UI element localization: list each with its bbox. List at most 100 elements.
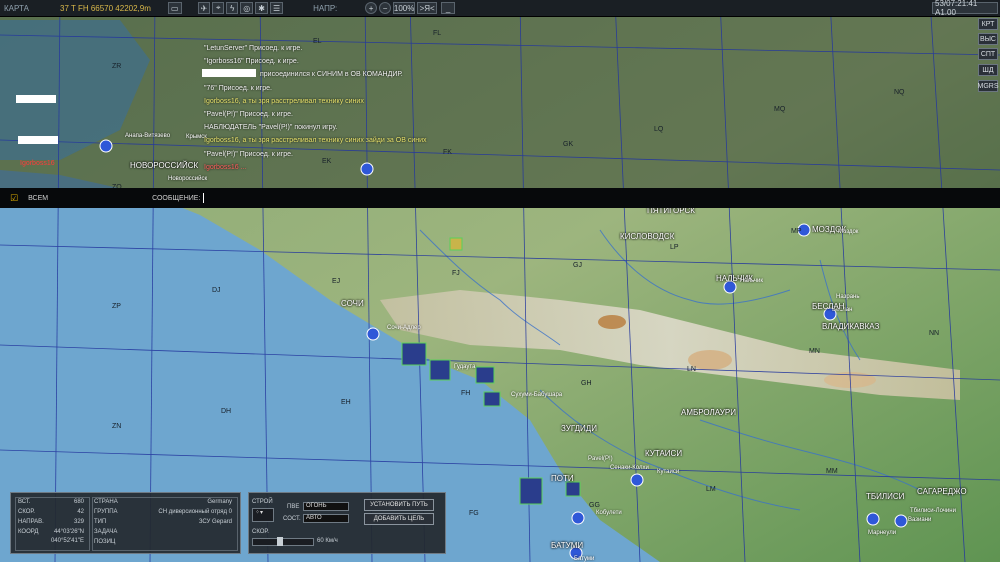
minimize-icon[interactable]: _ bbox=[441, 2, 456, 14]
grid-label: LM bbox=[706, 486, 716, 493]
center-button[interactable]: >Я< bbox=[417, 2, 438, 14]
country-value: Germany bbox=[207, 499, 232, 505]
city-label: Кобулети bbox=[596, 510, 622, 516]
zoom-out-icon[interactable]: − bbox=[379, 2, 392, 14]
formation-label: СТРОЙ bbox=[252, 499, 273, 505]
grid-label: LQ bbox=[654, 126, 664, 133]
unit-cluster-icon[interactable] bbox=[401, 342, 427, 366]
grid-label: ZN bbox=[112, 423, 122, 430]
unit-icon[interactable] bbox=[630, 473, 644, 487]
pve-select[interactable]: ОГОНЬ bbox=[303, 502, 349, 511]
unit-icon[interactable] bbox=[366, 327, 380, 341]
city-label: Моздок bbox=[838, 229, 859, 235]
country-label: СТРАНА bbox=[94, 499, 118, 505]
coord-label: КООРД bbox=[18, 529, 39, 535]
heading-label: НАПРАВ. bbox=[18, 519, 44, 525]
chat-line: Igorboss16, а ты зря расстреливал техник… bbox=[204, 137, 427, 145]
city-label: САГАРЕДЖО bbox=[917, 487, 967, 496]
alt-label: ВСТ. bbox=[18, 499, 31, 505]
tools-icon[interactable]: ✱ bbox=[255, 2, 268, 14]
chat-log: "LetunServer" Присоед. к игре. "Igorboss1… bbox=[204, 42, 427, 174]
recipient-all[interactable]: ВСЕМ bbox=[28, 195, 148, 202]
speed-slider-handle[interactable] bbox=[277, 537, 283, 546]
city-label: Pavel(P!) bbox=[588, 456, 613, 462]
city-label: Назрань bbox=[836, 294, 860, 300]
city-label: Марнеули bbox=[868, 530, 897, 536]
plane-icon[interactable]: ✈ bbox=[197, 2, 211, 14]
map-mode-button-mgrs[interactable]: MGRS bbox=[978, 80, 999, 92]
pve-label: ПВЕ bbox=[287, 504, 300, 510]
unit-cluster-icon[interactable] bbox=[519, 477, 543, 505]
unit-cluster-icon[interactable] bbox=[449, 237, 463, 251]
unit-icon[interactable] bbox=[866, 512, 880, 526]
city-label: БЕСЛАН bbox=[812, 302, 845, 311]
speed-slider[interactable] bbox=[252, 537, 314, 546]
grid-label: DJ bbox=[212, 287, 221, 294]
redacted-name bbox=[18, 136, 58, 144]
unit-icon[interactable] bbox=[894, 514, 908, 528]
chat-line: присоединился к СИНИМ в ОВ КОМАНДИР. bbox=[260, 71, 403, 79]
sost-select[interactable]: АВТО bbox=[303, 514, 349, 523]
unit-cluster-icon[interactable] bbox=[565, 481, 581, 497]
heading-value: 329 bbox=[73, 519, 84, 525]
vehicle-icon[interactable]: ▭ bbox=[168, 2, 182, 14]
map-mode-button-latlon[interactable]: ШД bbox=[978, 64, 998, 76]
bolt-icon[interactable]: ϟ bbox=[226, 2, 239, 14]
chat-line: "76" Присоед. к игре. bbox=[204, 84, 272, 92]
type-label: ТИП bbox=[94, 519, 107, 525]
grid-label: GG bbox=[589, 502, 600, 509]
task-label: ЗАДАЧА bbox=[94, 529, 118, 535]
chat-line: Igorboss16 ... bbox=[204, 163, 247, 171]
top-toolbar: КАРТА 37 T FH 66570 42202,9m ▭ ✈ ⌖ ϟ ◎ ✱… bbox=[0, 0, 1000, 17]
grid-label: NQ bbox=[894, 89, 905, 96]
grid-label: MM bbox=[826, 468, 838, 475]
mission-clock: 53/07:21:41 A1.00 bbox=[932, 0, 998, 17]
unit-cluster-icon[interactable] bbox=[483, 391, 501, 407]
coord-lon: 040°52'41"E bbox=[50, 538, 84, 544]
zoom-level[interactable]: 100% bbox=[393, 2, 416, 14]
zoom-in-icon[interactable]: + bbox=[365, 2, 378, 14]
group-value: СН диверсионный отряд 0 bbox=[158, 509, 232, 515]
marker-icon[interactable]: ◎ bbox=[240, 2, 254, 14]
grid-label: GH bbox=[581, 380, 592, 387]
city-label: Батуми bbox=[574, 556, 595, 562]
city-label: Анапа-Витязево bbox=[125, 133, 171, 139]
city-label: КИСЛОВОДСК bbox=[620, 232, 675, 241]
map-canvas[interactable] bbox=[0, 0, 1000, 562]
chat-line: "Pavel(P!)" Присоед. к игре. bbox=[204, 150, 293, 158]
redacted-name bbox=[16, 95, 56, 103]
settings-icon[interactable]: ☰ bbox=[269, 2, 284, 14]
unit-icon[interactable] bbox=[571, 511, 585, 525]
cursor-coordinates: 37 T FH 66570 42202,9m bbox=[60, 3, 151, 13]
city-label: Гудаута bbox=[454, 364, 476, 370]
map-title: КАРТА bbox=[4, 3, 29, 13]
grid-label: GJ bbox=[573, 262, 582, 269]
message-input[interactable] bbox=[203, 193, 205, 203]
player-label: Igorboss16 bbox=[20, 160, 55, 167]
map-mode-button-alt[interactable]: ВЫС bbox=[978, 33, 998, 45]
unit-icon[interactable] bbox=[99, 139, 113, 153]
unit-cluster-icon[interactable] bbox=[429, 359, 451, 381]
ruler-icon[interactable]: ⌖ bbox=[212, 2, 225, 14]
unit-control-panel: СТРОЙ ⁘▾ ПВЕ ОГОНЬ СОСТ. АВТО СКОР. 60 К… bbox=[248, 492, 446, 554]
set-path-button[interactable]: УСТАНОВИТЬ ПУТЬ bbox=[364, 499, 434, 511]
map-mode-button-sat[interactable]: СПТ bbox=[978, 48, 998, 60]
unit-cluster-icon[interactable] bbox=[475, 366, 495, 384]
add-target-button[interactable]: ДОБАВИТЬ ЦЕЛЬ bbox=[364, 513, 434, 525]
city-label: Сенаки-Колхи bbox=[610, 465, 649, 471]
speed-label: СКОР. bbox=[18, 509, 35, 515]
grid-label: FK bbox=[443, 149, 452, 156]
map-mode-button-krt[interactable]: КРТ bbox=[978, 18, 998, 30]
city-label: Нальчик bbox=[740, 278, 763, 284]
chat-line: "LetunServer" Присоед. к игре. bbox=[204, 45, 303, 52]
chat-line: Igorboss16, а ты зря расстреливал техник… bbox=[204, 97, 364, 105]
city-label: ВЛАДИКАВКАЗ bbox=[822, 322, 880, 331]
chat-line: НАБЛЮДАТЕЛЬ "Pavel(P!)" покинул игру. bbox=[204, 124, 338, 132]
message-label: СООБЩЕНИЕ: bbox=[152, 194, 201, 202]
unit-info-panel: ВСТ. 680 СКОР. 42 НАПРАВ. 329 КООРД 44°03'26… bbox=[10, 492, 241, 554]
speed-value: 60 Км/ч bbox=[317, 538, 338, 544]
coord-lat: 44°03'26"N bbox=[53, 529, 84, 535]
formation-select[interactable]: ⁘▾ bbox=[252, 508, 274, 522]
city-label: Новороссийск bbox=[168, 176, 208, 182]
checkbox-icon[interactable]: ☑ bbox=[10, 193, 18, 204]
